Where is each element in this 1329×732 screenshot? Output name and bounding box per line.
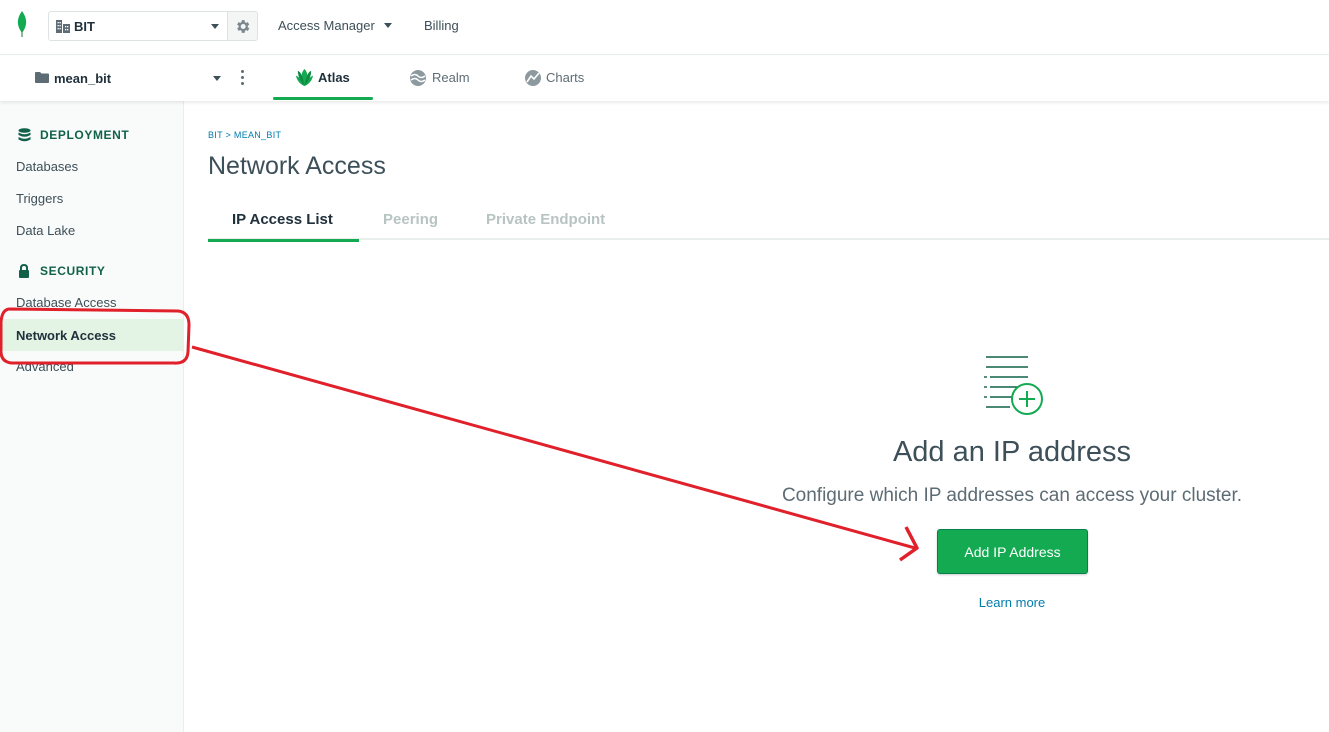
sidebar-item-network-access[interactable]: Network Access — [0, 319, 183, 351]
annotation-overlay — [0, 307, 919, 562]
breadcrumb[interactable]: BIT > MEAN_BIT — [208, 130, 281, 140]
ip-list-add-icon — [984, 356, 1043, 415]
project-name[interactable]: mean_bit — [54, 71, 111, 86]
top-bar: BIT Access Manager Billing — [0, 0, 1329, 55]
org-selector[interactable]: BIT — [48, 11, 228, 41]
content-tabs: IP Access List Peering Private Endpoint — [208, 200, 1329, 242]
tab-charts-label: Charts — [546, 70, 585, 85]
project-bar: mean_bit Atlas Realm Charts — [0, 55, 1329, 101]
sidebar-item-databases[interactable]: Databases — [0, 150, 183, 182]
chevron-down-icon — [211, 24, 219, 29]
sidebar-item-triggers[interactable]: Triggers — [0, 182, 183, 214]
gear-icon — [237, 20, 250, 33]
lock-icon — [19, 264, 29, 278]
building-icon — [56, 20, 70, 33]
sidebar-item-data-lake[interactable]: Data Lake — [0, 214, 183, 246]
database-icon — [18, 128, 31, 142]
active-tab-indicator — [273, 97, 373, 100]
annotation-arrowhead — [898, 526, 919, 562]
folder-icon — [35, 72, 49, 83]
kebab-icon[interactable] — [241, 70, 245, 86]
tab-realm[interactable]: Realm — [405, 55, 485, 101]
tab-atlas-label: Atlas — [318, 70, 350, 85]
add-ip-address-button[interactable]: Add IP Address — [937, 529, 1088, 574]
tab-atlas[interactable]: Atlas — [273, 55, 373, 101]
access-manager-menu[interactable]: Access Manager — [278, 18, 375, 33]
tab-realm-label: Realm — [432, 70, 470, 85]
active-tab-indicator — [208, 239, 359, 242]
chevron-down-icon[interactable] — [213, 76, 221, 81]
tab-peering[interactable]: Peering — [368, 200, 458, 240]
sidebar: DEPLOYMENT Databases Triggers Data Lake … — [0, 101, 184, 732]
atlas-icon — [295, 68, 314, 87]
empty-state-description: Configure which IP addresses can access … — [781, 485, 1243, 506]
tab-private-endpoint[interactable]: Private Endpoint — [473, 200, 623, 240]
org-settings-button[interactable] — [228, 11, 258, 41]
sidebar-item-database-access[interactable]: Database Access — [0, 286, 183, 318]
charts-icon — [525, 70, 541, 86]
realm-icon — [410, 70, 426, 86]
org-name: BIT — [74, 19, 95, 34]
page-title: Network Access — [208, 152, 386, 180]
chevron-down-icon[interactable] — [384, 23, 392, 28]
mongodb-leaf-icon[interactable] — [14, 10, 30, 38]
learn-more-link[interactable]: Learn more — [912, 595, 1112, 610]
tab-charts[interactable]: Charts — [520, 55, 600, 101]
sidebar-item-advanced[interactable]: Advanced — [0, 350, 183, 382]
billing-link[interactable]: Billing — [424, 18, 459, 33]
annotation-arrow — [191, 345, 916, 550]
tab-ip-access-list[interactable]: IP Access List — [208, 200, 359, 242]
empty-state-title: Add an IP address — [892, 436, 1132, 468]
